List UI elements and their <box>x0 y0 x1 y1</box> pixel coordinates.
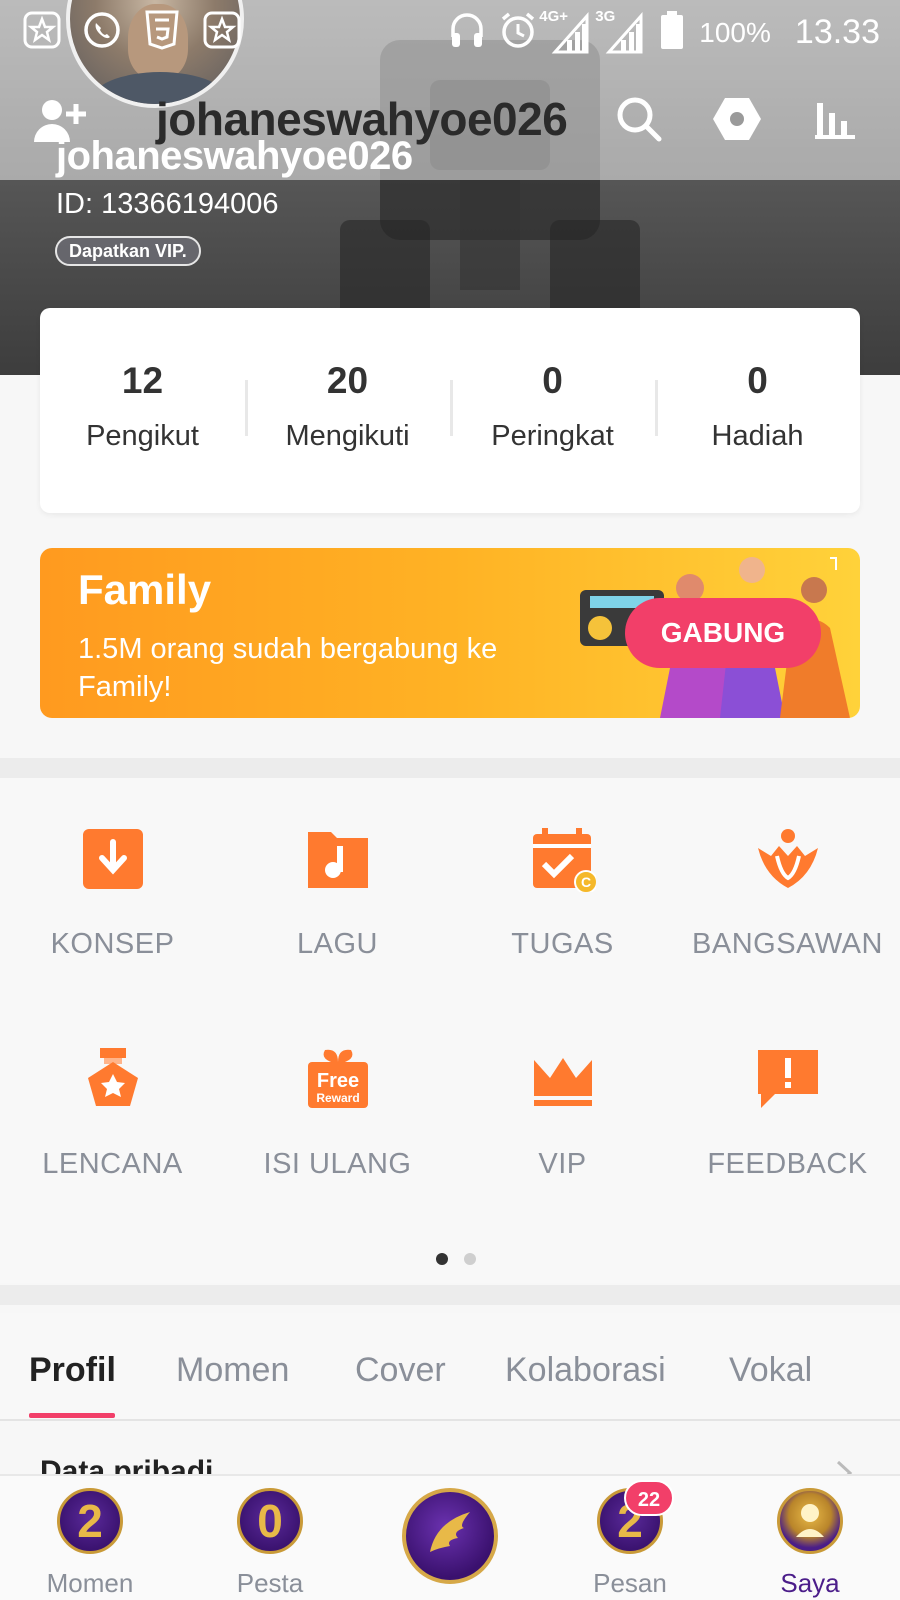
profile-tabs: Profil Momen Cover Kolaborasi Vokal <box>0 1313 900 1421</box>
profile-id: ID: 13366194006 <box>56 188 279 220</box>
profile-username: johaneswahyoe026 <box>56 134 413 178</box>
clock: 13.33 <box>794 13 880 51</box>
network-3g-label: 3G <box>595 7 616 25</box>
grid-item-label: VIP <box>538 1148 587 1180</box>
grid-item-label: TUGAS <box>511 928 614 960</box>
user-avatar-icon <box>777 1488 843 1554</box>
status-bar: 4G+ 3G 100% 13.33 <box>0 0 900 62</box>
music-folder-icon <box>308 832 368 888</box>
stat-following[interactable]: 20 Mengikuti <box>245 308 450 513</box>
active-tab-indicator <box>29 1413 115 1418</box>
pager-dots <box>436 1253 476 1265</box>
html5-icon <box>142 10 182 50</box>
grid-item-label: ISI ULANG <box>263 1148 412 1180</box>
grid-item-feedback[interactable]: FEEDBACK <box>675 998 900 1198</box>
star-app-icon-2 <box>202 10 242 50</box>
headphones-icon <box>449 11 485 54</box>
stat-gifts[interactable]: 0 Hadiah <box>655 308 860 513</box>
nav-saya[interactable]: Saya <box>720 1476 900 1600</box>
network-4g-label: 4G+ <box>539 7 569 25</box>
pager-dot[interactable] <box>464 1253 476 1265</box>
svg-text:C: C <box>581 874 591 890</box>
feature-grid: KONSEP LAGU C TUGAS BANGSAWAN LENCANA Fr… <box>0 778 900 1283</box>
badge-icon <box>88 1048 138 1106</box>
family-banner[interactable]: Family 1.5M orang sudah bergabung ke Fam… <box>40 548 860 718</box>
chart-stats-icon[interactable] <box>808 92 862 146</box>
stat-value: 0 <box>542 360 563 401</box>
section-divider <box>0 758 900 778</box>
pesta-level-icon: 0 <box>237 1488 303 1554</box>
stat-value: 12 <box>121 360 164 401</box>
feedback-icon <box>758 1050 818 1108</box>
battery-percent: 100% <box>699 16 771 48</box>
grid-item-isi-ulang[interactable]: Free Reward ISI ULANG <box>225 998 450 1198</box>
tab-profil[interactable]: Profil <box>29 1351 116 1390</box>
nav-label: Momen <box>46 1568 134 1598</box>
stat-followers[interactable]: 12 Pengikut <box>40 308 245 513</box>
profile-stats-card: 12 Pengikut 20 Mengikuti 0 Peringkat 0 H… <box>40 308 860 513</box>
tab-vokal[interactable]: Vokal <box>729 1351 812 1390</box>
stat-label: Hadiah <box>711 420 804 452</box>
nav-label: Pesta <box>236 1568 304 1598</box>
grid-item-lagu[interactable]: LAGU <box>225 778 450 978</box>
signal-3g-icon: 3G <box>595 8 645 54</box>
search-icon[interactable] <box>612 92 666 146</box>
whatsapp-icon <box>82 10 122 50</box>
stat-value: 0 <box>747 360 768 401</box>
message-notification-badge: 22 <box>624 1480 674 1516</box>
grid-item-label: BANGSAWAN <box>692 928 883 960</box>
section-divider <box>0 1285 900 1305</box>
stat-label: Peringkat <box>491 420 614 452</box>
battery-icon <box>659 10 685 55</box>
momen-level-icon: 2 <box>57 1488 123 1554</box>
stat-label: Mengikuti <box>285 420 410 452</box>
grid-item-label: KONSEP <box>50 928 175 960</box>
wing-logo-icon <box>430 1512 470 1552</box>
grid-item-bangsawan[interactable]: BANGSAWAN <box>675 778 900 978</box>
crown-noble-icon <box>758 829 818 888</box>
family-title: Family <box>78 566 212 613</box>
star-app-icon <box>22 10 62 50</box>
nav-momen[interactable]: 2 Momen <box>0 1476 180 1600</box>
download-icon <box>83 829 143 889</box>
grid-item-lencana[interactable]: LENCANA <box>0 998 225 1198</box>
get-vip-chip[interactable]: Dapatkan VIP. <box>55 236 201 266</box>
free-reward-icon-free-text: Free <box>317 1070 359 1092</box>
stat-ranking[interactable]: 0 Peringkat <box>450 308 655 513</box>
settings-icon[interactable] <box>710 92 764 146</box>
tab-cover[interactable]: Cover <box>355 1351 446 1390</box>
stat-value: 20 <box>326 360 369 401</box>
alarm-icon <box>499 11 537 54</box>
signal-4g-icon: 4G+ <box>539 8 591 54</box>
stat-label: Pengikut <box>86 420 199 452</box>
center-wing-button[interactable] <box>402 1488 498 1584</box>
nav-label: Pesan <box>593 1568 667 1598</box>
grid-item-vip[interactable]: VIP <box>450 998 675 1198</box>
crown-icon <box>534 1058 592 1106</box>
grid-item-tugas[interactable]: C TUGAS <box>450 778 675 978</box>
nav-label: Saya <box>780 1568 840 1598</box>
free-reward-icon-reward-text: Reward <box>316 1091 359 1105</box>
calendar-task-icon: C <box>533 828 596 892</box>
grid-item-label: FEEDBACK <box>707 1148 868 1180</box>
free-reward-icon: FreeReward <box>308 1049 368 1108</box>
tab-kolaborasi[interactable]: Kolaborasi <box>505 1351 666 1390</box>
grid-item-label: LAGU <box>297 928 378 960</box>
grid-item-label: LENCANA <box>42 1148 183 1180</box>
nav-pesta[interactable]: 0 Pesta <box>180 1476 360 1600</box>
pager-dot-active[interactable] <box>436 1253 448 1265</box>
family-subtitle: 1.5M orang sudah bergabung ke Family! <box>78 633 498 703</box>
tab-momen[interactable]: Momen <box>176 1351 289 1390</box>
grid-item-konsep[interactable]: KONSEP <box>0 778 225 978</box>
join-family-button[interactable]: GABUNG <box>625 598 821 668</box>
